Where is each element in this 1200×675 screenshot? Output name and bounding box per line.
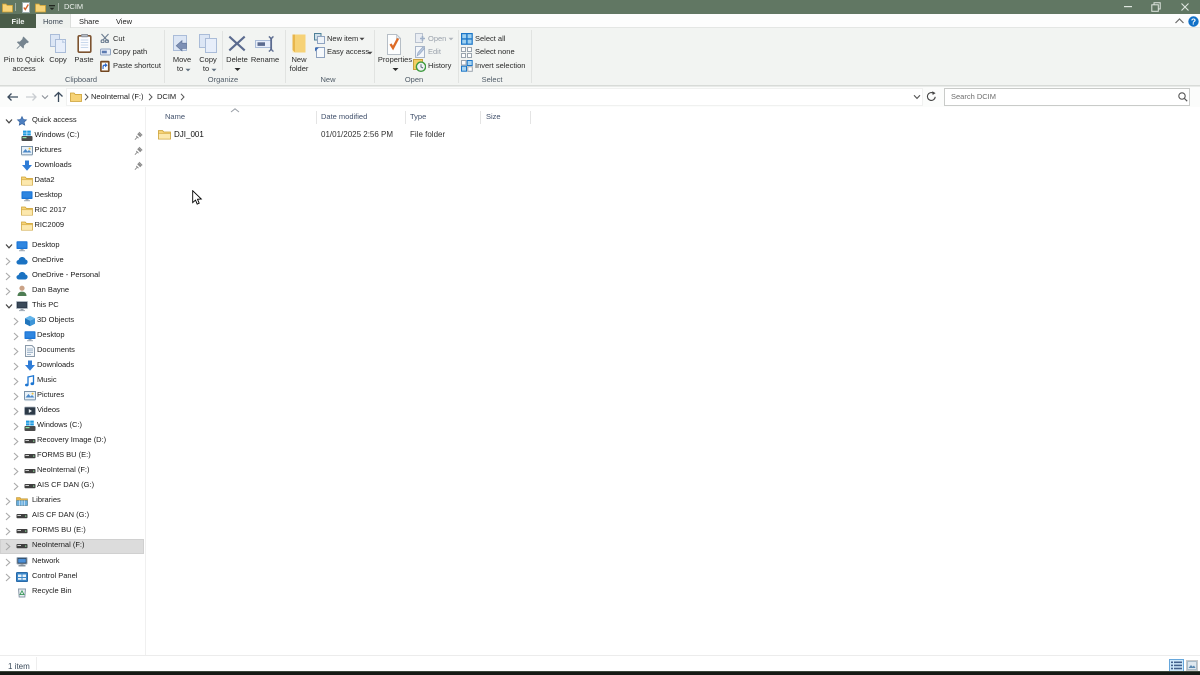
- svg-text:?: ?: [1191, 17, 1196, 27]
